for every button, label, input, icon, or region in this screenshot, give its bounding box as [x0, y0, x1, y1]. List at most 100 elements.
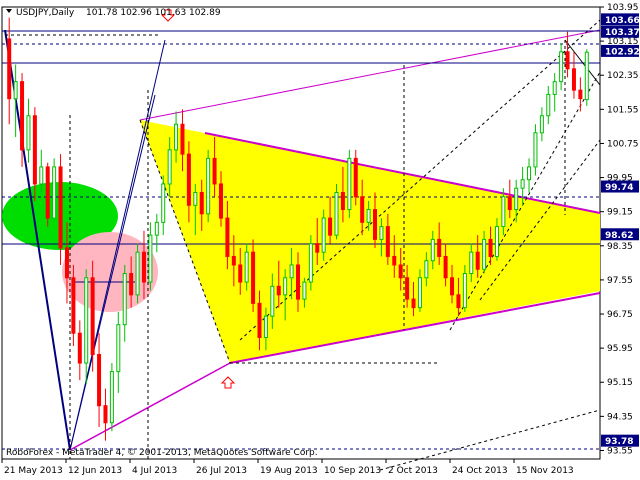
candle-body: [520, 179, 525, 189]
candle-body: [122, 273, 127, 326]
candle-body: [32, 115, 37, 185]
candle-body: [45, 166, 50, 219]
candle-body: [437, 238, 442, 257]
candle-body: [103, 405, 108, 424]
price-tick-label: 101.55: [607, 105, 639, 115]
candle-body: [533, 132, 538, 168]
candle-body: [308, 243, 313, 283]
candle-body: [231, 255, 236, 266]
candle-body: [571, 68, 576, 91]
candle-body: [13, 81, 18, 100]
candle-body: [527, 166, 532, 181]
candle-body: [97, 354, 102, 407]
time-tick-label: 19 Aug 2013: [260, 466, 318, 476]
candle-body: [373, 209, 378, 240]
candle-body: [251, 251, 256, 304]
candle-body: [450, 277, 455, 296]
chart-canvas: USDJPY,Daily 101.78 102.96 101.63 102.89…: [1, 3, 640, 476]
candle-body: [193, 191, 198, 206]
candle-body: [315, 243, 320, 253]
price-tick-label: 94.35: [607, 412, 633, 422]
candle-body: [559, 51, 564, 83]
price-tick-label: 93.55: [607, 446, 633, 456]
price-tag-label: 102.92: [605, 47, 640, 57]
chart-window: USDJPY,Daily 101.78 102.96 101.63 102.89…: [0, 0, 640, 480]
candle-body: [244, 251, 249, 283]
support-line-magenta: [69, 362, 231, 451]
up-arrow-icon: [220, 376, 236, 389]
candle-body: [347, 157, 352, 211]
time-axis-ticks: 21 May 2013 12 Jun 2013 4 Jul 2013 26 Jul 2…: [1, 459, 574, 476]
candle-body: [39, 166, 44, 185]
candle-body: [283, 277, 288, 296]
time-tick-label: 15 Nov 2013: [516, 466, 574, 476]
candle-body: [552, 81, 557, 95]
candle-body: [501, 196, 506, 228]
candle-body: [276, 285, 281, 296]
price-tag-label: 103.37: [605, 28, 640, 38]
candle-body: [7, 38, 12, 100]
time-tick-label: 10 Sep 2013: [324, 466, 381, 476]
time-tick-label: 4 Jul 2013: [132, 466, 177, 476]
candle-body: [257, 302, 262, 338]
candle-body: [148, 234, 153, 283]
candle-body: [328, 217, 333, 236]
candle-body: [443, 255, 448, 279]
candle-body: [417, 277, 422, 309]
candle-body: [296, 264, 300, 300]
rising-dashed-4: [379, 409, 601, 471]
candle-body: [546, 93, 551, 117]
candle-body: [385, 226, 390, 257]
candle-body: [270, 285, 275, 317]
time-tick-label: 12 Jun 2013: [68, 466, 122, 476]
candle-body: [154, 221, 159, 236]
candle-body: [84, 277, 89, 364]
candle-body: [469, 251, 474, 275]
candle-body: [366, 209, 371, 223]
candle-body: [398, 264, 403, 279]
candle-body: [353, 157, 358, 198]
candle-body: [186, 153, 191, 206]
candle-body: [360, 196, 365, 223]
candle-body: [90, 277, 95, 356]
candle-body: [482, 238, 487, 270]
candle-body: [578, 89, 583, 100]
candle-body: [206, 157, 211, 215]
time-tick-label: 21 May 2013: [4, 466, 63, 476]
candle-body: [116, 324, 121, 373]
price-tick-label: 103.95: [607, 3, 639, 13]
price-tick-label: 95.95: [607, 344, 633, 354]
candle-body: [212, 157, 217, 185]
candle-body: [129, 273, 134, 296]
candle-body: [392, 255, 397, 266]
candle-body: [379, 226, 384, 240]
candle-body: [58, 166, 63, 249]
candle-body: [289, 264, 294, 279]
price-tag-label: 103.66: [605, 16, 640, 26]
time-tick-label: 2 Oct 2013: [388, 466, 438, 476]
candle-body: [238, 264, 243, 283]
candle-body: [430, 238, 435, 262]
candle-body: [161, 183, 166, 223]
analysis-overlays: [2, 19, 601, 471]
candle-body: [180, 123, 185, 155]
candle-body: [302, 281, 307, 300]
candle-body: [26, 115, 31, 151]
price-tick-label: 99.15: [607, 208, 633, 218]
price-tick-label: 102.35: [607, 71, 639, 81]
candle-body: [167, 149, 172, 185]
candle-body: [218, 183, 223, 219]
ohlc-values: 101.78 102.96 101.63 102.89: [86, 8, 221, 18]
candle-body: [488, 238, 493, 257]
candle-body: [77, 332, 82, 364]
candle-body: [174, 123, 179, 151]
candle-body: [71, 277, 76, 334]
price-tick-label: 97.55: [607, 276, 633, 286]
dropdown-triangle-icon[interactable]: [6, 9, 12, 13]
price-tick-label: 98.35: [607, 242, 633, 252]
candle-body: [64, 247, 69, 279]
symbol-label: USDJPY,Daily: [16, 8, 75, 18]
candle-body: [334, 191, 339, 236]
candle-body: [321, 217, 326, 253]
candle-body: [507, 196, 512, 211]
